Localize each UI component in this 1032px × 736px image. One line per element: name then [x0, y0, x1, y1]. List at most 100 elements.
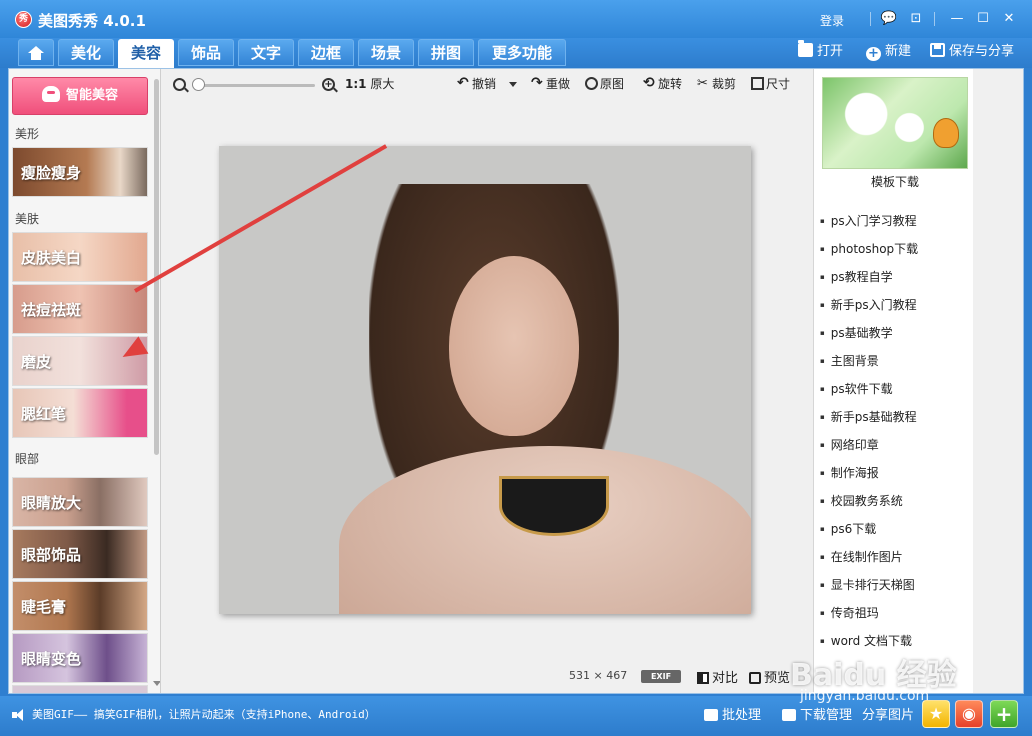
open-label: 打开: [817, 44, 844, 59]
add-button[interactable]: +: [990, 700, 1018, 728]
list-item[interactable]: ps教程自学: [820, 263, 970, 291]
minimize-button[interactable]: —: [946, 8, 968, 30]
section-eyes: 眼部: [15, 452, 40, 466]
zoom-out-icon[interactable]: [173, 78, 186, 91]
tab-beauty[interactable]: 美容: [118, 39, 174, 68]
tab-text[interactable]: 文字: [238, 39, 294, 66]
redo-button[interactable]: 重做: [531, 74, 571, 93]
feature-skin-whitening[interactable]: 皮肤美白: [12, 232, 148, 282]
tab-collage[interactable]: 拼图: [418, 39, 474, 66]
feature-blush-brush[interactable]: 腮红笔: [12, 388, 148, 438]
list-item[interactable]: ps入门学习教程: [820, 207, 970, 235]
tab-accessories[interactable]: 饰品: [178, 39, 234, 66]
zoom-slider[interactable]: [195, 84, 315, 87]
tab-scene[interactable]: 场景: [358, 39, 414, 66]
preview-button[interactable]: 预览: [749, 667, 790, 686]
new-label: 新建: [885, 44, 912, 59]
actual-size-button[interactable]: 1:1 原大: [345, 75, 394, 93]
open-button[interactable]: 打开: [798, 40, 844, 62]
section-skin: 美肤: [15, 212, 40, 226]
smart-beauty-button[interactable]: 智能美容: [12, 77, 148, 115]
download-manager-button[interactable]: 下载管理: [782, 704, 852, 723]
weibo-icon[interactable]: ◉: [955, 700, 983, 728]
new-button[interactable]: + 新建: [866, 42, 911, 62]
feature-slim-face[interactable]: 瘦脸瘦身: [12, 147, 148, 197]
save-icon: [930, 43, 945, 57]
title-separator: [934, 12, 935, 26]
maximize-button[interactable]: ☐: [972, 8, 994, 30]
exif-button[interactable]: EXIF: [641, 670, 681, 683]
batch-icon: [704, 709, 718, 721]
right-link-panel: 模板下载 ps入门学习教程 photoshop下载 ps教程自学 新手ps入门教…: [813, 69, 973, 693]
undo-label: 撤销: [472, 77, 497, 91]
more-features-label: 更多功能: [491, 44, 552, 62]
image-height: 467: [606, 669, 628, 682]
template-download-link[interactable]: 模板下载: [822, 173, 968, 190]
size-button[interactable]: 尺寸: [751, 75, 790, 93]
list-item[interactable]: ps基础教学: [820, 319, 970, 347]
download-icon: [782, 709, 796, 721]
rotate-button[interactable]: 旋转: [643, 74, 682, 93]
tab-more-features[interactable]: 更多功能: [478, 39, 566, 82]
tab-frame[interactable]: 边框: [298, 39, 354, 66]
image-width: 531: [569, 669, 590, 682]
feature-mascara[interactable]: 睫毛膏: [12, 581, 148, 631]
list-item[interactable]: 新手ps基础教程: [820, 403, 970, 431]
login-link[interactable]: 登录: [820, 12, 844, 29]
chat-icon[interactable]: 💬: [878, 8, 900, 30]
section-shape: 美形: [15, 127, 40, 141]
redo-label: 重做: [546, 77, 571, 91]
title-separator: [870, 12, 871, 26]
list-item[interactable]: 校园教务系统: [820, 487, 970, 515]
menu-icon[interactable]: ⊡: [905, 8, 927, 30]
list-item[interactable]: photoshop下载: [820, 235, 970, 263]
share-image-button[interactable]: 分享图片: [862, 704, 914, 723]
feature-acne-removal[interactable]: 祛痘祛斑: [12, 284, 148, 334]
list-item[interactable]: ps软件下载: [820, 375, 970, 403]
zoom-in-icon[interactable]: +: [322, 78, 335, 91]
compare-button[interactable]: 对比: [697, 667, 738, 686]
feature-more[interactable]: [12, 685, 148, 693]
size-label: 尺寸: [766, 77, 791, 91]
list-item[interactable]: 制作海报: [820, 459, 970, 487]
list-item[interactable]: 显卡排行天梯图: [820, 571, 970, 599]
scroll-down-icon[interactable]: [153, 681, 160, 686]
list-item[interactable]: 主图背景: [820, 347, 970, 375]
undo-button[interactable]: 撤销: [457, 74, 497, 93]
resize-icon: [751, 77, 764, 90]
list-item[interactable]: 网络印章: [820, 431, 970, 459]
list-item[interactable]: 新手ps入门教程: [820, 291, 970, 319]
main-tab-bar: 美化 美容 饰品 文字 边框 场景 拼图 更多功能 打开 + 新建 保存与分享: [0, 38, 1032, 82]
app-logo-icon: 秀: [15, 11, 32, 28]
list-item[interactable]: ps6下载: [820, 515, 970, 543]
left-scrollbar[interactable]: [154, 79, 159, 455]
list-item[interactable]: 传奇祖玛: [820, 599, 970, 627]
status-ad-text[interactable]: 美图GIF—— 搞笑GIF相机，让照片动起来（支持iPhone、Android）: [32, 706, 376, 722]
template-thumbnail[interactable]: [822, 77, 968, 169]
feature-eye-accessories[interactable]: 眼部饰品: [12, 529, 148, 579]
save-share-label: 保存与分享: [949, 44, 1015, 59]
zoom-slider-handle[interactable]: [192, 78, 205, 91]
feature-eye-enlarge[interactable]: 眼睛放大: [12, 477, 148, 527]
original-icon: [585, 77, 598, 90]
original-button[interactable]: 原图: [585, 75, 624, 93]
photo-canvas[interactable]: [219, 146, 751, 614]
app-title: 美图秀秀 4.0.1: [38, 12, 146, 30]
speaker-icon: [12, 708, 26, 722]
recommend-link-list: ps入门学习教程 photoshop下载 ps教程自学 新手ps入门教程 ps基…: [820, 207, 970, 655]
crop-button[interactable]: 裁剪: [697, 75, 736, 93]
cartoon-character-icon: [933, 118, 959, 148]
original-label: 原图: [600, 77, 625, 91]
undo-dropdown[interactable]: [507, 75, 517, 93]
feature-eye-color[interactable]: 眼睛变色: [12, 633, 148, 683]
face-icon: [41, 86, 60, 102]
batch-process-button[interactable]: 批处理: [704, 704, 761, 723]
list-item[interactable]: 在线制作图片: [820, 543, 970, 571]
undo-icon: [457, 74, 470, 92]
close-button[interactable]: ✕: [998, 8, 1020, 30]
tab-beautify[interactable]: 美化: [58, 39, 114, 66]
batch-label: 批处理: [722, 708, 762, 723]
star-icon[interactable]: ★: [922, 700, 950, 728]
save-share-button[interactable]: 保存与分享: [930, 42, 1014, 62]
tab-home[interactable]: [18, 39, 54, 66]
